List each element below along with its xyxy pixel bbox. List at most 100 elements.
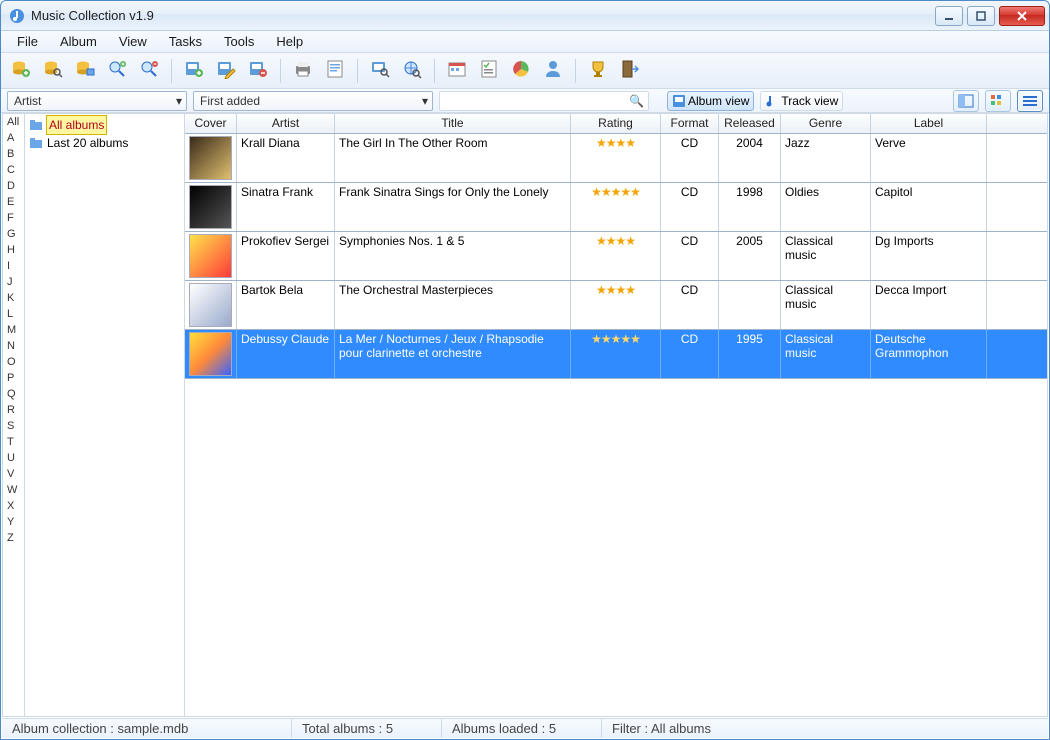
report-icon: [325, 59, 345, 82]
alpha-p[interactable]: P: [3, 370, 24, 386]
zoom-out-button[interactable]: [135, 57, 163, 85]
menubar: FileAlbumViewTasksToolsHelp: [1, 31, 1049, 53]
col-header-genre[interactable]: Genre: [781, 114, 871, 133]
album-view-button[interactable]: Album view: [667, 91, 754, 111]
col-header-rating[interactable]: Rating: [571, 114, 661, 133]
stats-button[interactable]: [507, 57, 535, 85]
cell-released: [719, 281, 781, 329]
menu-help[interactable]: Help: [266, 32, 313, 51]
menu-tools[interactable]: Tools: [214, 32, 264, 51]
alpha-j[interactable]: J: [3, 274, 24, 290]
report-button[interactable]: [321, 57, 349, 85]
sort-combo[interactable]: First added ▾: [193, 91, 433, 111]
find-web-button[interactable]: [398, 57, 426, 85]
search-input[interactable]: 🔍: [439, 91, 649, 111]
alpha-s[interactable]: S: [3, 418, 24, 434]
alpha-m[interactable]: M: [3, 322, 24, 338]
menu-album[interactable]: Album: [50, 32, 107, 51]
alpha-h[interactable]: H: [3, 242, 24, 258]
print-button[interactable]: [289, 57, 317, 85]
trophy-button[interactable]: [584, 57, 612, 85]
table-row[interactable]: Debussy ClaudeLa Mer / Nocturnes / Jeux …: [185, 330, 1047, 379]
cell-genre: Classical music: [781, 281, 871, 329]
layout-list-button[interactable]: [1017, 90, 1043, 112]
find-button[interactable]: [366, 57, 394, 85]
maximize-button[interactable]: [967, 6, 995, 26]
cell-format: CD: [661, 330, 719, 378]
cell-genre: Oldies: [781, 183, 871, 231]
alpha-x[interactable]: X: [3, 498, 24, 514]
db-preview-button[interactable]: [71, 57, 99, 85]
calendar-button[interactable]: [443, 57, 471, 85]
filter-field-combo[interactable]: Artist ▾: [7, 91, 187, 111]
album-edit-button[interactable]: [212, 57, 240, 85]
table-row[interactable]: Sinatra FrankFrank Sinatra Sings for Onl…: [185, 183, 1047, 232]
menu-view[interactable]: View: [109, 32, 157, 51]
table-row[interactable]: Krall DianaThe Girl In The Other Room★★★…: [185, 134, 1047, 183]
col-header-label[interactable]: Label: [871, 114, 987, 133]
minimize-button[interactable]: [935, 6, 963, 26]
cell-label: Decca Import: [871, 281, 987, 329]
alpha-e[interactable]: E: [3, 194, 24, 210]
alpha-q[interactable]: Q: [3, 386, 24, 402]
exit-button[interactable]: [616, 57, 644, 85]
alpha-l[interactable]: L: [3, 306, 24, 322]
alpha-n[interactable]: N: [3, 338, 24, 354]
tree-node[interactable]: Last 20 albums: [29, 134, 180, 152]
tree-node-label: Last 20 albums: [47, 134, 128, 152]
tree-node[interactable]: All albums: [29, 116, 180, 134]
cell-genre: Jazz: [781, 134, 871, 182]
alpha-f[interactable]: F: [3, 210, 24, 226]
alpha-y[interactable]: Y: [3, 514, 24, 530]
alpha-all[interactable]: All: [3, 114, 24, 130]
layout-thumb-button[interactable]: [985, 90, 1011, 112]
zoom-in-button[interactable]: [103, 57, 131, 85]
exit-icon: [620, 59, 640, 82]
alpha-a[interactable]: A: [3, 130, 24, 146]
alpha-k[interactable]: K: [3, 290, 24, 306]
alpha-r[interactable]: R: [3, 402, 24, 418]
alpha-g[interactable]: G: [3, 226, 24, 242]
alpha-z[interactable]: Z: [3, 530, 24, 546]
statusbar: Album collection : sample.mdb Total albu…: [2, 718, 1048, 738]
table-row[interactable]: Bartok BelaThe Orchestral Masterpieces★★…: [185, 281, 1047, 330]
trophy-icon: [588, 59, 608, 82]
cell-rating: ★★★★★: [571, 330, 661, 378]
col-header-cover[interactable]: Cover: [185, 114, 237, 133]
alpha-w[interactable]: W: [3, 482, 24, 498]
user-button[interactable]: [539, 57, 567, 85]
folder-icon: [29, 136, 43, 150]
album-add-button[interactable]: [180, 57, 208, 85]
db-search-button[interactable]: [39, 57, 67, 85]
alpha-u[interactable]: U: [3, 450, 24, 466]
layout-detail-button[interactable]: [953, 90, 979, 112]
col-header-format[interactable]: Format: [661, 114, 719, 133]
col-header-released[interactable]: Released: [719, 114, 781, 133]
alpha-i[interactable]: I: [3, 258, 24, 274]
menu-tasks[interactable]: Tasks: [159, 32, 212, 51]
alpha-t[interactable]: T: [3, 434, 24, 450]
table-row[interactable]: Prokofiev SergeiSymphonies Nos. 1 & 5★★★…: [185, 232, 1047, 281]
menu-file[interactable]: File: [7, 32, 48, 51]
checklist-button[interactable]: [475, 57, 503, 85]
album-delete-button[interactable]: [244, 57, 272, 85]
col-header-artist[interactable]: Artist: [237, 114, 335, 133]
alpha-c[interactable]: C: [3, 162, 24, 178]
album-view-label: Album view: [688, 94, 749, 108]
alpha-index: AllABCDEFGHIJKLMNOPQRSTUVWXYZ: [3, 114, 25, 716]
close-button[interactable]: [999, 6, 1045, 26]
track-view-button[interactable]: Track view: [760, 91, 843, 111]
folder-icon: [29, 118, 43, 132]
status-total: Total albums : 5: [292, 719, 442, 738]
db-add-button[interactable]: [7, 57, 35, 85]
col-header-title[interactable]: Title: [335, 114, 571, 133]
alpha-b[interactable]: B: [3, 146, 24, 162]
album-view-icon: [672, 94, 686, 108]
grid-body[interactable]: Krall DianaThe Girl In The Other Room★★★…: [185, 134, 1047, 379]
alpha-d[interactable]: D: [3, 178, 24, 194]
alpha-v[interactable]: V: [3, 466, 24, 482]
cell-cover: [185, 281, 237, 329]
print-icon: [293, 59, 313, 82]
alpha-o[interactable]: O: [3, 354, 24, 370]
status-collection: Album collection : sample.mdb: [2, 719, 292, 738]
